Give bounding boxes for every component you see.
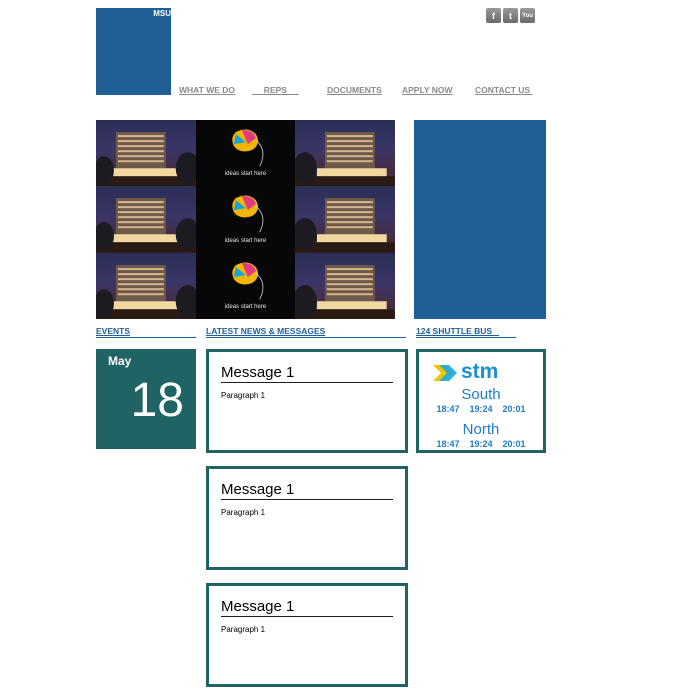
departure-time: 20:01 xyxy=(502,439,526,449)
nav-reps[interactable]: REPS xyxy=(252,85,299,95)
building-photo xyxy=(96,252,196,319)
message-title: Message 1 xyxy=(221,481,393,500)
stm-arrow-icon xyxy=(433,365,457,381)
shuttle-widget: stm South 18:47 19:24 20:01 North 18:47 … xyxy=(416,349,546,453)
north-label: North xyxy=(462,421,500,438)
stm-brand: stm xyxy=(461,360,499,383)
stm-logo: stm xyxy=(431,360,521,386)
building-photo xyxy=(295,120,395,187)
tagline: ideas start here xyxy=(224,304,267,310)
event-month: May xyxy=(108,354,132,368)
logo-text: MSU xyxy=(153,9,171,18)
message-title: Message 1 xyxy=(221,364,393,383)
departure-time: 19:24 xyxy=(469,439,493,449)
brand-tile: ideas start here xyxy=(195,120,296,187)
tagline: ideas start here xyxy=(224,237,267,244)
brand-tile: ideas start here xyxy=(195,252,296,319)
building-photo xyxy=(295,186,395,253)
message-card[interactable]: Message 1 Paragraph 1 xyxy=(206,466,408,570)
building-photo xyxy=(96,120,196,187)
event-card[interactable]: May 18 xyxy=(96,349,196,449)
north-times: 18:47 19:24 20:01 xyxy=(419,439,543,449)
building-photo xyxy=(96,186,196,253)
nav-contact-us[interactable]: CONTACT US xyxy=(475,85,532,95)
site-logo[interactable]: MSU xyxy=(96,8,171,95)
departure-time: 20:01 xyxy=(502,404,526,414)
south-times: 18:47 19:24 20:01 xyxy=(419,404,543,414)
nav-what-we-do[interactable]: WHAT WE DO xyxy=(179,85,235,95)
youtube-icon[interactable]: You xyxy=(520,8,535,23)
twitter-icon[interactable]: t xyxy=(503,8,518,23)
departure-time: 19:24 xyxy=(469,404,493,414)
message-body: Paragraph 1 xyxy=(221,508,266,517)
nav-apply-now[interactable]: APPLY NOW xyxy=(402,85,453,95)
hero-banner: ideas start here ideas start here ideas … xyxy=(96,120,395,319)
departure-time: 18:47 xyxy=(436,404,460,414)
brand-tile: ideas start here xyxy=(195,186,296,253)
message-title: Message 1 xyxy=(221,598,393,617)
news-header[interactable]: LATEST NEWS & MESSAGES xyxy=(206,326,406,338)
side-panel xyxy=(414,120,546,319)
social-links: f t You xyxy=(486,8,535,23)
tagline: ideas start here xyxy=(224,171,267,178)
message-card[interactable]: Message 1 Paragraph 1 xyxy=(206,583,408,687)
south-label: South xyxy=(461,386,501,403)
departure-time: 18:47 xyxy=(436,439,460,449)
events-header[interactable]: EVENTS xyxy=(96,326,196,338)
message-body: Paragraph 1 xyxy=(221,625,266,634)
message-body: Paragraph 1 xyxy=(221,391,266,400)
shuttle-header[interactable]: 124 SHUTTLE BUS xyxy=(416,326,516,338)
building-photo xyxy=(295,252,395,319)
facebook-icon[interactable]: f xyxy=(486,8,501,23)
message-card[interactable]: Message 1 Paragraph 1 xyxy=(206,349,408,453)
nav-documents[interactable]: DOCUMENTS xyxy=(327,85,382,95)
event-day: 18 xyxy=(130,374,184,427)
